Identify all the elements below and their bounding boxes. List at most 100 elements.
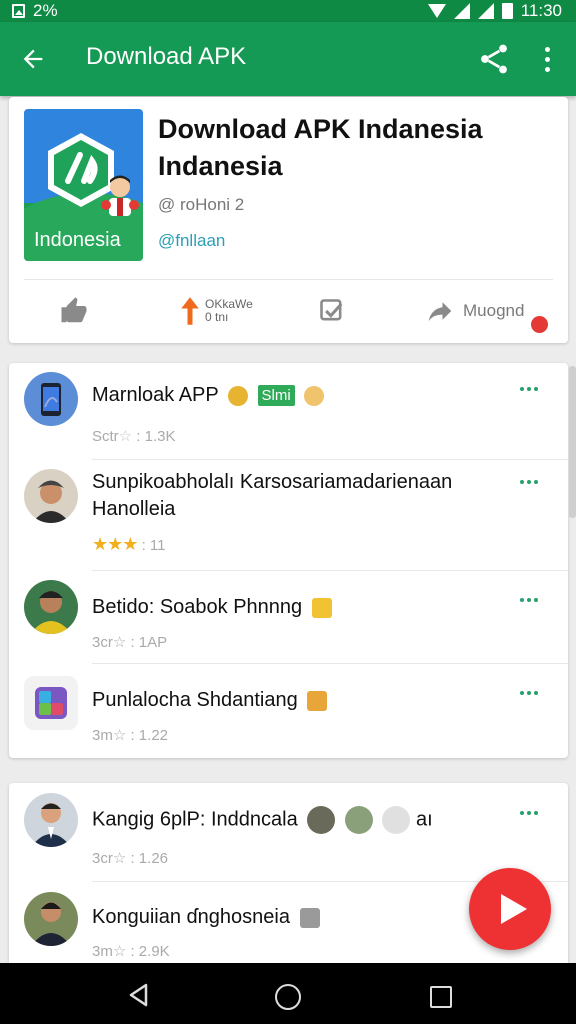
nav-back-icon[interactable]	[126, 982, 152, 1008]
rating-stars: 3m☆	[92, 943, 127, 960]
list-item[interactable]: Marnloak APP Slmi Sctr☆ : 1.3K	[9, 363, 568, 458]
puzzle-app-icon	[35, 687, 67, 719]
back-button[interactable]	[14, 40, 52, 78]
app-list-card: Marnloak APP Slmi Sctr☆ : 1.3K Sunpikoab…	[9, 363, 568, 758]
list-item[interactable]: Kangig 6plP: Inddncala aı 3cr☆ : 1.26	[9, 783, 568, 883]
list-item-title: Betido: Soabok Phnnng	[92, 596, 332, 619]
forward-icon	[428, 302, 452, 321]
avatar-small-icon	[382, 806, 411, 834]
developer-handle[interactable]: @fnllaan	[158, 231, 225, 251]
rating-count: : 11	[141, 537, 166, 554]
arrow-left-icon	[23, 49, 43, 69]
person-avatar-icon	[32, 480, 70, 523]
rating-stars: 3m☆	[92, 727, 127, 744]
app-icon-label: Indonesia	[34, 229, 121, 251]
title-text: Betido: Soabok Phnnng	[92, 596, 303, 618]
share-icon	[481, 44, 507, 74]
status-bar: 2% 11:30	[0, 0, 576, 22]
list-item-title: Punlalocha Shdantiang	[92, 689, 328, 712]
more-options-button[interactable]	[533, 41, 561, 77]
avatar	[24, 469, 78, 523]
check-button[interactable]	[318, 290, 346, 332]
title-text: Kangig 6plP: Inddncala	[92, 808, 298, 831]
smile-emoji-icon	[304, 385, 325, 406]
signal-icon-2	[477, 3, 494, 19]
app-name: Download APK Indanesia Indanesia	[158, 111, 558, 185]
avatar	[24, 580, 78, 634]
nav-home-icon[interactable]	[275, 984, 301, 1010]
phone-app-icon	[41, 383, 61, 416]
rating-stars: ★★★	[92, 534, 138, 554]
rating-stars: Sctr	[92, 428, 119, 445]
avatar	[24, 372, 78, 426]
rating: Sctr☆ : 1.3K	[92, 428, 176, 445]
emoji-icon	[227, 385, 248, 406]
category-tag: Slmi	[257, 385, 295, 407]
rating-stars: 3cr☆	[92, 850, 127, 867]
more-vertical-icon	[544, 46, 550, 52]
title-text: Konguiian ɗnghosneia	[92, 906, 290, 928]
like-button[interactable]	[59, 290, 89, 332]
avatar-small-icon	[307, 806, 336, 834]
rating-count: : 1AP	[130, 634, 168, 651]
title-text: Marnloak APP	[92, 384, 219, 406]
checkbox-icon	[320, 299, 343, 321]
rating-count: : 1.3K	[136, 428, 176, 445]
scrollbar[interactable]	[569, 366, 576, 518]
list-item-title: Sunpikoabholalı Karsosariamadarienaan Ha…	[92, 469, 452, 523]
wifi-icon	[427, 4, 446, 18]
title-line-1: Sunpikoabholalı Karsosariamadarienaan	[92, 471, 453, 493]
avatar-small-icon	[344, 806, 373, 834]
signal-icon	[453, 3, 470, 19]
mascot-icon	[101, 175, 139, 216]
rating: ★★★ : 11	[92, 534, 166, 555]
more-icon[interactable]	[520, 387, 538, 391]
upload-action[interactable]: OKkaWe 0 tnı	[179, 290, 253, 332]
list-item[interactable]: Sunpikoabholalı Karsosariamadarienaan Ha…	[9, 460, 568, 570]
battery-percent: 2%	[33, 1, 58, 20]
page-title: Download APK	[86, 43, 247, 70]
badge-icon	[307, 690, 328, 711]
app-name-line-1: Download APK Indanesia	[158, 114, 483, 144]
list-item[interactable]: Betido: Soabok Phnnng 3cr☆ : 1AP	[9, 571, 568, 663]
battery-icon	[501, 3, 513, 19]
divider	[24, 279, 553, 280]
rating-count: : 2.9K	[130, 943, 170, 960]
developer-name[interactable]: @ roHoni 2	[158, 195, 244, 215]
app-detail-card: Indonesia Download APK Indanesia Indanes…	[9, 97, 568, 343]
arrow-up-icon	[181, 297, 199, 325]
app-icon[interactable]: Indonesia	[24, 109, 143, 261]
person-avatar-icon	[30, 591, 72, 634]
badge-icon	[299, 907, 320, 928]
badge-icon	[311, 597, 332, 618]
play-fab-button[interactable]	[469, 868, 551, 950]
avatar	[24, 793, 78, 847]
list-item[interactable]: Punlalocha Shdantiang 3m☆ : 1.22	[9, 664, 568, 758]
rating: 3m☆ : 1.22	[92, 726, 168, 744]
list-item-title: Kangig 6plP: Inddncala aı	[92, 806, 433, 834]
more-icon[interactable]	[520, 598, 538, 602]
avatar	[24, 676, 78, 730]
title-text: Punlalocha Shdantiang	[92, 689, 298, 711]
thumbs-up-icon	[61, 297, 87, 323]
rating: 3m☆ : 2.9K	[92, 942, 170, 960]
title-line-2: Hanolleia	[92, 498, 176, 520]
nav-recents-icon[interactable]	[430, 986, 452, 1008]
image-notification-icon	[12, 4, 25, 18]
forward-button[interactable]: Muognd	[425, 290, 524, 332]
rating-count: : 1.26	[130, 850, 168, 867]
clock: 11:30	[520, 1, 562, 20]
more-icon[interactable]	[520, 480, 538, 484]
title-suffix: aı	[415, 808, 433, 831]
person-avatar-icon	[31, 803, 71, 847]
share-button[interactable]	[476, 41, 512, 77]
notification-badge	[531, 316, 548, 333]
more-icon[interactable]	[520, 811, 538, 815]
avatar	[24, 892, 78, 946]
person-avatar-icon	[31, 902, 71, 946]
list-item-title: Marnloak APP Slmi	[92, 384, 325, 407]
more-icon[interactable]	[520, 691, 538, 695]
rating: 3cr☆ : 1.26	[92, 849, 168, 867]
action-sub-label: 0 tnı	[205, 310, 229, 324]
system-navigation-bar	[0, 963, 576, 1024]
